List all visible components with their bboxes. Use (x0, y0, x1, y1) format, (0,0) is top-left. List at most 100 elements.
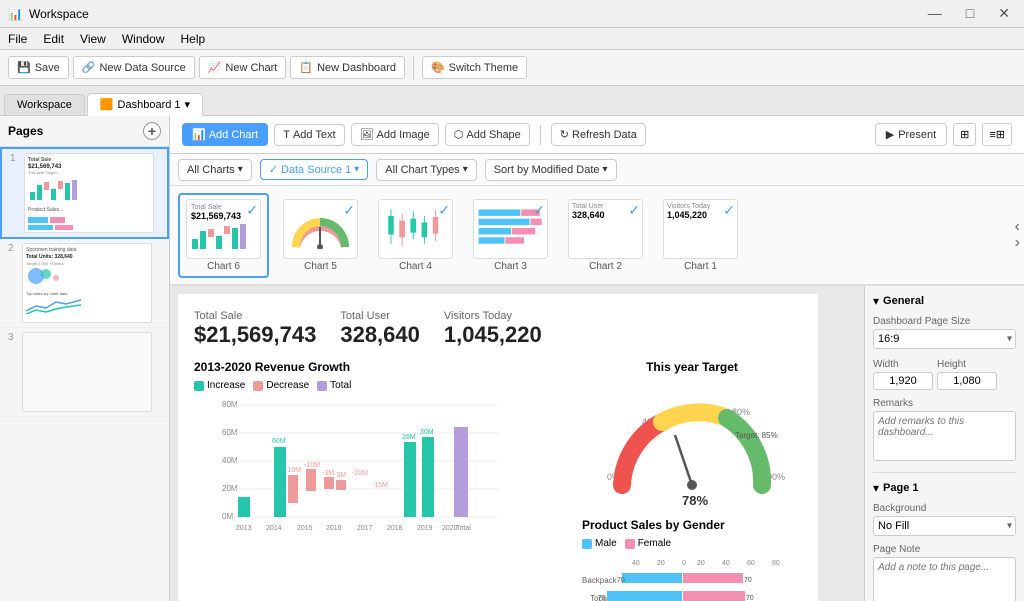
grid-view-button[interactable]: ⊞ (953, 123, 976, 146)
chart-item-6[interactable]: ✓ Total Sale $21,569,743 (178, 193, 269, 278)
menu-window[interactable]: Window (122, 32, 165, 46)
chart-item-5[interactable]: ✓ Chart 5 (277, 195, 364, 276)
check-icon: ✓ (269, 163, 278, 176)
menu-edit[interactable]: Edit (43, 32, 64, 46)
present-button[interactable]: ▶ Present (875, 123, 947, 146)
svg-text:20: 20 (657, 560, 665, 567)
add-shape-button[interactable]: ⬡ Add Shape (445, 123, 530, 146)
chart-item-1[interactable]: ✓ Visitors Today 1,045,220 Chart 1 (657, 195, 744, 276)
all-charts-chevron: ▾ (238, 164, 243, 175)
add-text-button[interactable]: T Add Text (274, 124, 344, 146)
chart-thumb-1: ✓ Visitors Today 1,045,220 (663, 199, 738, 259)
minimize-button[interactable]: — (922, 3, 948, 24)
svg-text:40: 40 (632, 560, 640, 567)
menu-file[interactable]: File (8, 32, 27, 46)
app-icon: 📊 (8, 7, 23, 21)
product-legend: Male Female (582, 538, 802, 549)
svg-text:2014: 2014 (266, 525, 282, 532)
datasource-filter[interactable]: ✓ Data Source 1 ▾ (260, 159, 369, 180)
dashboard-page: Total Sale $21,569,743 Total User 328,64… (178, 294, 818, 601)
all-charts-filter[interactable]: All Charts ▾ (178, 159, 252, 181)
chart-types-filter[interactable]: All Chart Types ▾ (376, 159, 476, 181)
new-data-source-button[interactable]: 🔗 New Data Source (73, 56, 195, 79)
revenue-chart: 2013-2020 Revenue Growth Increase Decrea… (194, 360, 566, 601)
chart-nav-next[interactable]: › (1015, 235, 1020, 251)
switch-theme-button[interactable]: 🎨 Switch Theme (422, 56, 527, 79)
dimension-row: Width Height (873, 353, 1016, 390)
dashboard-tab-dropdown-icon[interactable]: ▾ (185, 98, 191, 111)
svg-text:2013: 2013 (236, 525, 252, 532)
sort-filter[interactable]: Sort by Modified Date ▾ (485, 159, 617, 181)
dashboard-area: Total Sale $21,569,743 Total User 328,64… (170, 286, 1024, 601)
close-button[interactable]: ✕ (992, 3, 1016, 24)
product-sales-chart: Product Sales by Gender Male Female (582, 518, 802, 601)
tab-workspace[interactable]: Workspace (4, 94, 85, 115)
pages-title: Pages (8, 124, 43, 138)
new-chart-button[interactable]: 📈 New Chart (199, 56, 287, 79)
props-divider (873, 472, 1016, 473)
svg-text:40: 40 (722, 560, 730, 567)
svg-text:-20M: -20M (352, 470, 368, 477)
dashboard-icon: 📋 (299, 61, 313, 74)
revenue-legend: Increase Decrease Total (194, 380, 566, 391)
remarks-textarea[interactable] (873, 411, 1016, 461)
chart-icon: 📈 (208, 61, 222, 74)
chart-types-chevron: ▾ (463, 164, 468, 175)
menu-view[interactable]: View (80, 32, 106, 46)
page-item-2[interactable]: 2 Sportmen training data Total Units: 32… (0, 239, 169, 328)
svg-text:-10M: -10M (304, 462, 320, 469)
svg-text:2015: 2015 (297, 525, 313, 532)
svg-text:26M: 26M (402, 434, 416, 441)
pages-header: Pages + (0, 116, 169, 147)
maximize-button[interactable]: □ (960, 3, 980, 24)
add-page-button[interactable]: + (143, 122, 161, 140)
image-icon: 🖼 (360, 128, 374, 141)
chart-picker: ✓ Total Sale $21,569,743 (170, 186, 1024, 286)
page-item-1[interactable]: 1 Total Sale $21,569,743 This year Targe… (0, 147, 169, 239)
page-size-select-wrap: 16:9 ▾ (873, 329, 1016, 349)
main-area: Pages + 1 Total Sale $21,569,743 This ye… (0, 116, 1024, 601)
save-button[interactable]: 💾 Save (8, 56, 69, 79)
page-item-3[interactable]: 3 (0, 328, 169, 417)
sort-chevron: ▾ (603, 164, 608, 175)
chart-2-label: Chart 2 (589, 261, 622, 272)
svg-text:Total: Total (456, 525, 471, 532)
add-chart-button[interactable]: 📊 Add Chart (182, 123, 268, 146)
tab-dashboard1[interactable]: 🟧 Dashboard 1 ▾ (87, 93, 203, 116)
width-field-wrap: Width (873, 353, 933, 390)
height-input[interactable] (937, 372, 997, 390)
window-controls: — □ ✕ (922, 3, 1016, 24)
refresh-data-button[interactable]: ↻ Refresh Data (551, 123, 646, 146)
chart-item-2[interactable]: ✓ Total User 328,640 Chart 2 (562, 195, 649, 276)
list-view-button[interactable]: ≡⊞ (982, 123, 1012, 146)
product-sales-svg: 40 20 0 20 40 60 80 Backpack (582, 555, 792, 601)
chart-toolbar: 📊 Add Chart T Add Text 🖼 Add Image ⬡ Add… (170, 116, 1024, 154)
chart-nav-prev[interactable]: ‹ (1015, 219, 1020, 235)
page-size-select[interactable]: 16:9 (873, 329, 1016, 349)
chart-5-label: Chart 5 (304, 261, 337, 272)
svg-text:20: 20 (697, 560, 705, 567)
chart-thumb-3: ✓ (473, 199, 548, 259)
dashboard-charts-row: 2013-2020 Revenue Growth Increase Decrea… (194, 360, 802, 601)
revenue-chart-svg: 80M 60M 40M 20M 0M (194, 397, 504, 567)
page-note-label: Page Note (873, 544, 1016, 555)
menu-help[interactable]: Help (181, 32, 206, 46)
legend-total-dot (317, 381, 327, 391)
legend-decrease: Decrease (253, 380, 309, 391)
general-collapse-icon[interactable]: ▾ (873, 294, 879, 308)
chart-item-3[interactable]: ✓ Chart 3 (467, 195, 554, 276)
add-chart-icon: 📊 (192, 128, 206, 141)
chart-item-4[interactable]: ✓ Chart 4 (372, 195, 459, 276)
chart-thumb-4: ✓ (378, 199, 453, 259)
add-image-button[interactable]: 🖼 Add Image (351, 123, 439, 146)
pages-panel: Pages + 1 Total Sale $21,569,743 This ye… (0, 116, 170, 601)
new-dashboard-button[interactable]: 📋 New Dashboard (290, 56, 405, 79)
app-title: Workspace (29, 7, 89, 21)
background-select[interactable]: No Fill (873, 516, 1016, 536)
page-note-textarea[interactable] (873, 557, 1016, 601)
titlebar-left: 📊 Workspace (8, 7, 89, 21)
width-input[interactable] (873, 372, 933, 390)
gauge-chart: This year Target 0% 40% 80% 100% (582, 360, 802, 510)
page1-collapse-icon[interactable]: ▾ (873, 481, 879, 495)
page-thumb-2: Sportmen training data Total Units: 328,… (22, 243, 152, 323)
